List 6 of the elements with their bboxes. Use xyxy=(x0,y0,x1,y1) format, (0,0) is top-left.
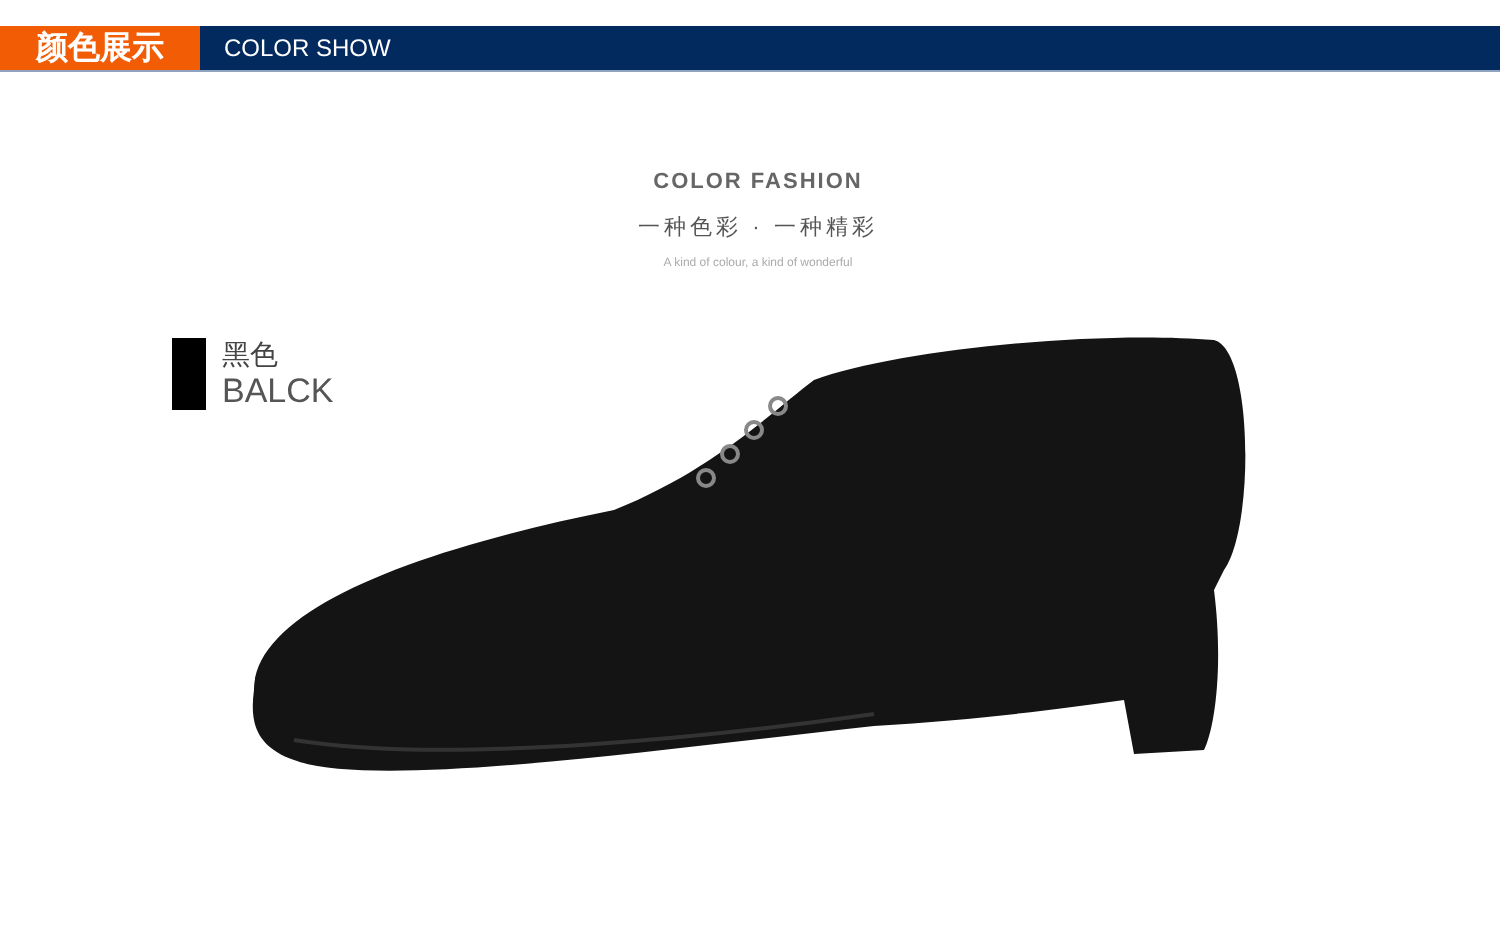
heading-title: COLOR FASHION xyxy=(653,168,863,198)
color-name: 黑色 xyxy=(222,338,280,370)
header-title: 颜色展示 xyxy=(0,26,200,70)
heading-tagline: 一种色彩 · 一种精彩 xyxy=(638,213,878,243)
header-subtitle: COLOR SHOW xyxy=(224,32,391,66)
color-name-en: BALCK xyxy=(222,370,334,414)
